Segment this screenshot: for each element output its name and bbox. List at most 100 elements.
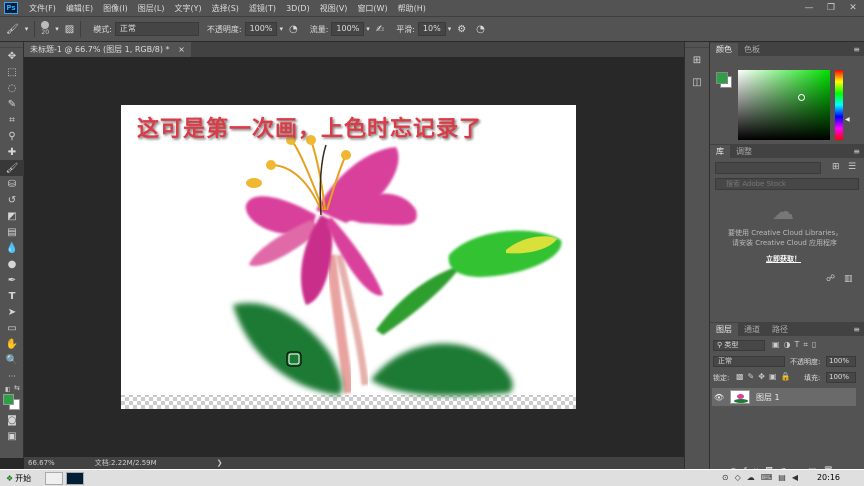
- chevron-down-icon[interactable]: ▾: [366, 25, 370, 33]
- zoom-level[interactable]: 66.67%: [28, 459, 55, 467]
- chevron-down-icon[interactable]: ▾: [279, 25, 283, 33]
- blur-tool-icon[interactable]: 💧: [0, 240, 24, 256]
- brush-tool-icon[interactable]: 🖌: [0, 160, 24, 176]
- document-tab[interactable]: 未标题-1 @ 66.7% (图层 1, RGB/8) * ×: [24, 42, 191, 57]
- close-tab-button[interactable]: ×: [178, 45, 185, 54]
- screen-mode-icon[interactable]: ▣: [0, 428, 24, 444]
- menu-window[interactable]: 窗口(W): [352, 3, 392, 14]
- menu-filter[interactable]: 滤镜(T): [244, 3, 281, 14]
- library-scroll-icon[interactable]: ▥: [844, 274, 853, 284]
- start-button[interactable]: ❖ 开始: [0, 471, 37, 486]
- menu-type[interactable]: 文字(Y): [169, 3, 206, 14]
- get-app-link[interactable]: 立即获取！: [766, 254, 801, 264]
- restore-button[interactable]: ❐: [820, 0, 842, 16]
- quick-select-tool-icon[interactable]: ✎: [0, 96, 24, 112]
- eyedropper-tool-icon[interactable]: ⚲: [0, 128, 24, 144]
- healing-brush-tool-icon[interactable]: ✚: [0, 144, 24, 160]
- system-tray-icons[interactable]: ⊙◇☁⌨▤◀: [722, 473, 804, 482]
- chevron-down-icon[interactable]: ▾: [55, 25, 59, 33]
- hue-slider-handle-icon[interactable]: ◀: [845, 116, 850, 123]
- zoom-tool-icon[interactable]: 🔍: [0, 352, 24, 368]
- pressure-size-icon[interactable]: ◔: [476, 24, 485, 35]
- crop-tool-icon[interactable]: ⌗: [0, 112, 24, 128]
- path-select-tool-icon[interactable]: ➤: [0, 304, 24, 320]
- clone-stamp-tool-icon[interactable]: ⛁: [0, 176, 24, 192]
- close-button[interactable]: ✕: [842, 0, 864, 16]
- library-select[interactable]: [715, 162, 821, 174]
- tab-layers[interactable]: 图层: [710, 323, 738, 336]
- dodge-tool-icon[interactable]: ●: [0, 256, 24, 272]
- layer-name[interactable]: 图层 1: [756, 392, 780, 403]
- brush-size-picker[interactable]: 20: [41, 21, 50, 37]
- default-colors-icon[interactable]: ◧: [5, 386, 11, 393]
- grid-view-icon[interactable]: ⊞: [832, 162, 840, 172]
- visibility-eye-icon[interactable]: 👁: [712, 393, 726, 402]
- smoothing-settings-gear-icon[interactable]: ⚙: [457, 24, 466, 35]
- taskbar-explorer-icon[interactable]: [45, 471, 64, 485]
- taskbar-photoshop-icon[interactable]: [66, 471, 85, 485]
- marquee-tool-icon[interactable]: ⬚: [0, 64, 24, 80]
- menu-edit[interactable]: 编辑(E): [61, 3, 98, 14]
- type-tool-icon[interactable]: T: [0, 288, 24, 304]
- opacity-input[interactable]: 100%: [244, 22, 278, 36]
- document-canvas[interactable]: 这可是第一次画，上色时忘记录了: [121, 105, 576, 409]
- menu-view[interactable]: 视图(V): [315, 3, 353, 14]
- hand-tool-icon[interactable]: ✋: [0, 336, 24, 352]
- tab-adjustments[interactable]: 调整: [730, 145, 758, 158]
- cloud-sync-icon[interactable]: ☍: [826, 274, 835, 284]
- panel-menu-icon[interactable]: ≡: [853, 323, 860, 336]
- fill-input[interactable]: 100%: [826, 372, 856, 383]
- airbrush-icon[interactable]: ✍: [376, 24, 384, 35]
- minimize-button[interactable]: —: [798, 0, 820, 16]
- taskbar-clock[interactable]: 20:16: [817, 473, 840, 482]
- menu-3d[interactable]: 3D(D): [281, 4, 315, 13]
- mode-select[interactable]: 正常: [114, 22, 199, 36]
- blend-mode-select[interactable]: 正常: [713, 356, 785, 367]
- history-panel-icon[interactable]: ⊞: [685, 52, 709, 68]
- history-brush-tool-icon[interactable]: ↺: [0, 192, 24, 208]
- brush-settings-icon[interactable]: ▨: [65, 24, 74, 35]
- quick-mask-icon[interactable]: ◙: [0, 412, 24, 428]
- chevron-down-icon[interactable]: ▾: [448, 25, 452, 33]
- smoothing-input[interactable]: 10%: [417, 22, 446, 36]
- status-menu-arrow[interactable]: ❯: [217, 459, 223, 467]
- hue-slider[interactable]: [835, 70, 843, 140]
- menu-image[interactable]: 图像(I): [98, 3, 133, 14]
- color-field[interactable]: [738, 70, 830, 140]
- panel-grip[interactable]: [685, 42, 709, 48]
- gradient-tool-icon[interactable]: ▤: [0, 224, 24, 240]
- panel-fg-swatch[interactable]: [716, 72, 728, 84]
- menu-help[interactable]: 帮助(H): [393, 3, 431, 14]
- tab-channels[interactable]: 通道: [738, 323, 766, 336]
- foreground-color-swatch[interactable]: [3, 394, 14, 405]
- move-tool-icon[interactable]: ✥: [0, 48, 24, 64]
- more-tools-icon[interactable]: ···: [0, 368, 24, 384]
- tab-color[interactable]: 颜色: [710, 43, 738, 56]
- rectangle-tool-icon[interactable]: ▭: [0, 320, 24, 336]
- lasso-tool-icon[interactable]: ◌: [0, 80, 24, 96]
- layer-filter-select[interactable]: ⚲ 类型: [713, 340, 765, 351]
- menu-select[interactable]: 选择(S): [207, 3, 244, 14]
- tool-preset-chevron-icon[interactable]: ▾: [25, 25, 29, 33]
- panel-menu-icon[interactable]: ≡: [853, 43, 860, 56]
- pressure-opacity-icon[interactable]: ◔: [289, 24, 298, 35]
- menu-file[interactable]: 文件(F): [24, 3, 61, 14]
- layer-opacity-input[interactable]: 100%: [826, 356, 856, 367]
- layer-filter-icons[interactable]: ▣◑T⌗▯: [772, 340, 820, 350]
- panel-menu-icon[interactable]: ≡: [853, 145, 860, 158]
- properties-panel-icon[interactable]: ◫: [685, 74, 709, 90]
- layer-row[interactable]: 👁 图层 1: [712, 388, 856, 406]
- tab-libraries[interactable]: 库: [710, 145, 730, 158]
- list-view-icon[interactable]: ☰: [848, 162, 856, 172]
- color-picker-handle[interactable]: [798, 94, 805, 101]
- lock-icons[interactable]: ▩✎✥▣🔒: [736, 372, 794, 381]
- flow-input[interactable]: 100%: [331, 22, 365, 36]
- menu-layer[interactable]: 图层(L): [133, 3, 170, 14]
- photoshop-app-icon[interactable]: Ps: [4, 2, 18, 14]
- stock-search-input[interactable]: 搜索 Adobe Stock: [715, 178, 859, 190]
- pen-tool-icon[interactable]: ✒: [0, 272, 24, 288]
- swap-colors-icon[interactable]: ⇆: [14, 384, 20, 392]
- tab-swatches[interactable]: 色板: [738, 43, 766, 56]
- tab-paths[interactable]: 路径: [766, 323, 794, 336]
- brush-tool-icon[interactable]: 🖌: [6, 24, 19, 35]
